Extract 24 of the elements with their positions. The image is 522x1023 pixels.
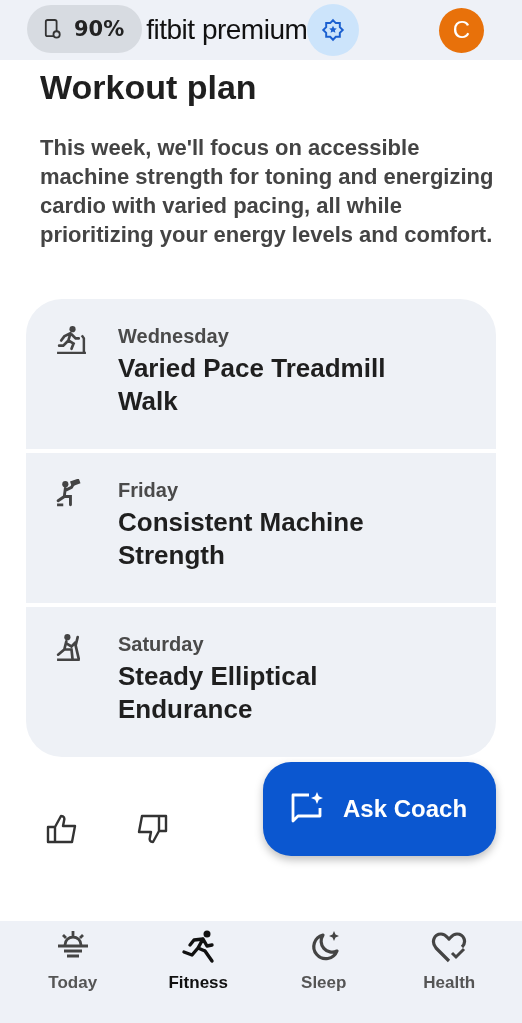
workout-card[interactable]: Friday Consistent Machine Strength (26, 453, 496, 603)
running-person-icon (180, 929, 217, 965)
nav-tab[interactable]: Fitness (135, 921, 261, 1023)
watch-icon (44, 18, 62, 40)
workout-day: Wednesday (118, 325, 388, 348)
nav-tab[interactable]: Sleep (261, 921, 387, 1023)
workout-card[interactable]: Wednesday Varied Pace Treadmill Walk (26, 299, 496, 449)
workout-day: Saturday (118, 633, 388, 656)
heart-check-icon (431, 929, 468, 965)
nav-tab[interactable]: Today (10, 921, 136, 1023)
treadmill-runner-icon (55, 325, 88, 356)
premium-button[interactable] (307, 4, 360, 56)
workout-title: Varied Pace Treadmill Walk (118, 352, 387, 418)
star-badge-icon (320, 17, 347, 43)
nav-tab[interactable]: Health (386, 921, 512, 1023)
watch-battery-badge[interactable]: 90% (27, 5, 143, 53)
page-heading: Workout plan (40, 68, 258, 107)
plan-summary: This week, we'll focus on accessible machine strength for toning and energizing cardio with varied pacing, all while prioritizing your energy levels and comfort. (40, 134, 495, 249)
workout-title: Steady Elliptical Endurance (118, 660, 319, 726)
workout-title: Consistent Machine Strength (118, 506, 365, 572)
ask-coach-button[interactable]: Ask Coach (263, 762, 496, 856)
app-title: fitbit premium (146, 14, 308, 46)
workout-day: Friday (118, 479, 388, 502)
workout-card[interactable]: Saturday Steady Elliptical Endurance (26, 607, 496, 757)
